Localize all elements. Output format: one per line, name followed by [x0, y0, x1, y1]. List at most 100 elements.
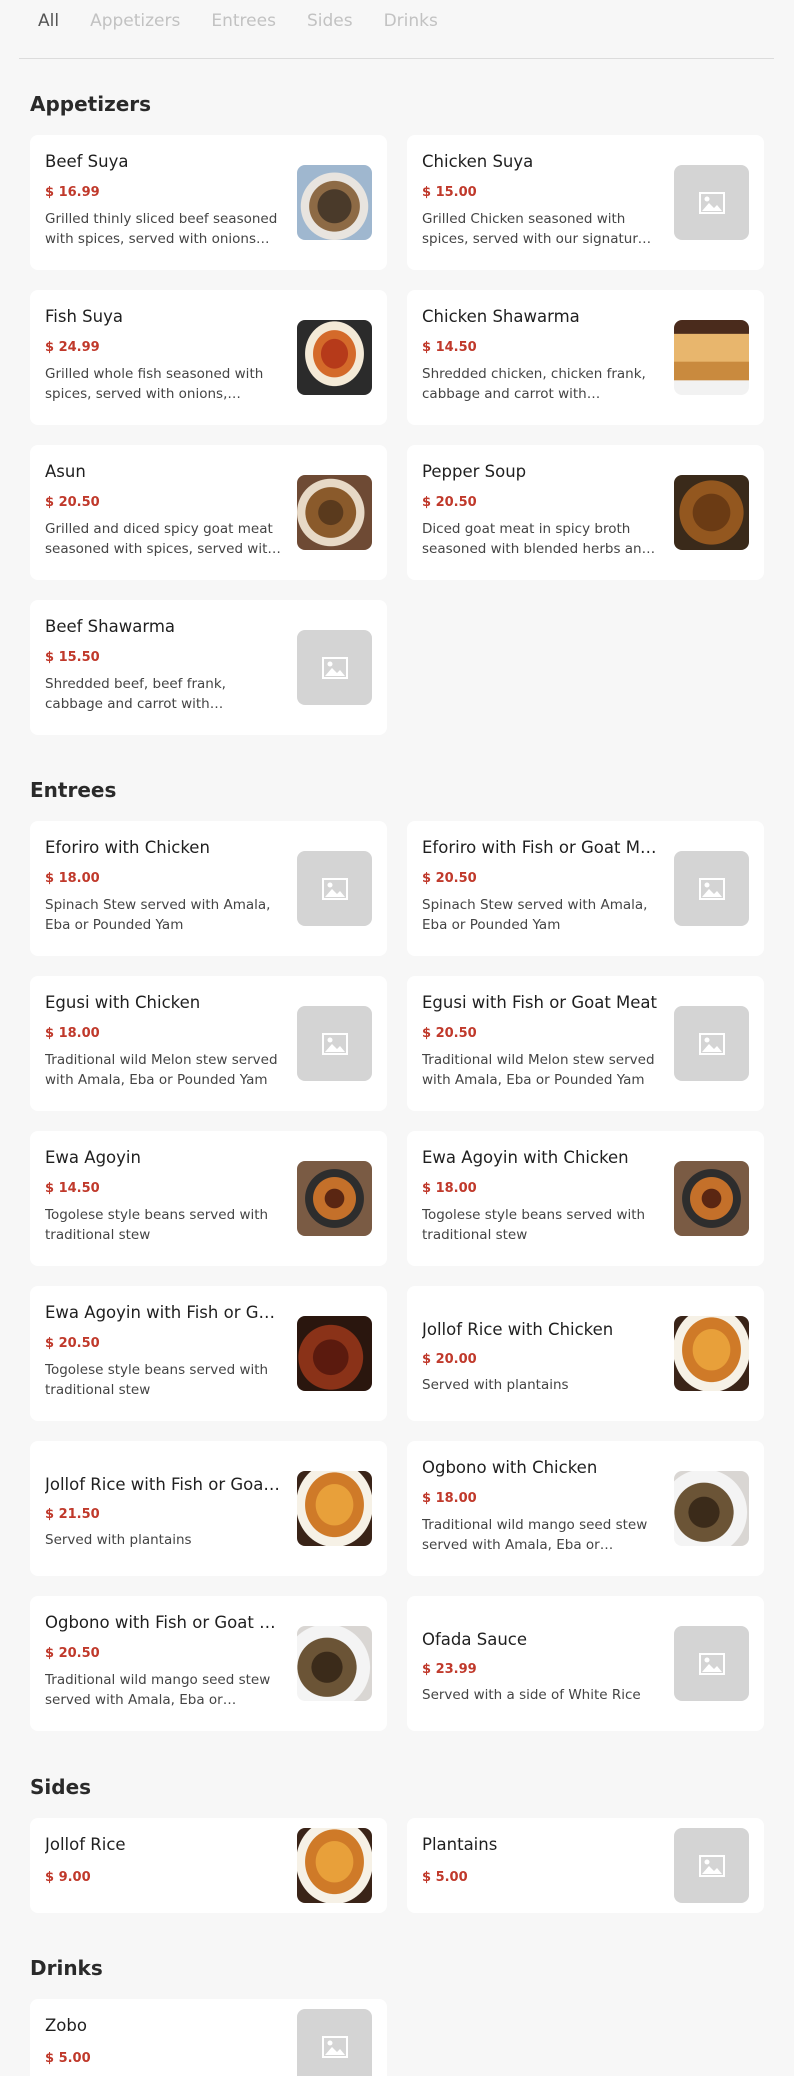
item-price: $ 5.00 [45, 2051, 91, 2066]
tab-entrees[interactable]: Entrees [211, 11, 276, 31]
item-description: Spinach Stew served with Amala, Eba or P… [422, 897, 648, 933]
item-description: Traditional wild Melon stew served with … [422, 1052, 655, 1088]
item-photo [297, 475, 372, 550]
item-description: Diced goat meat in spicy broth seasoned … [422, 521, 651, 557]
item-price: $ 20.50 [422, 1026, 477, 1041]
item-price: $ 20.50 [45, 1646, 100, 1661]
category-tabs: All Appetizers Entrees Sides Drinks [38, 0, 469, 42]
item-name: Plantains [422, 1835, 498, 1854]
menu-item-card[interactable]: Eforiro with Chicken $ 18.00 Spinach Stew … [30, 821, 387, 956]
menu-item-card[interactable]: Ewa Agoyin with Chicken $ 18.00 Togolese s… [407, 1131, 764, 1266]
item-price: $ 15.00 [422, 185, 477, 200]
menu-item-card[interactable]: Chicken Suya $ 15.00 Grilled Chicken seaso… [407, 135, 764, 270]
menu-item-card[interactable]: Beef Suya $ 16.99 Grilled thinly sliced be… [30, 135, 387, 270]
menu-item-card[interactable]: Ogbono with Fish or Goat Meat $ 20.50 Trad… [30, 1596, 387, 1731]
item-name: Jollof Rice with Fish or Goat Meat [45, 1475, 281, 1494]
item-name: Pepper Soup [422, 462, 527, 481]
item-description: Grilled Chicken seasoned with spices, se… [422, 211, 646, 247]
section-title-entrees: Entrees [30, 778, 117, 802]
menu-item-card[interactable]: Jollof Rice $ 9.00 [30, 1818, 387, 1913]
image-placeholder-icon [297, 2009, 372, 2076]
item-price: $ 14.50 [45, 1181, 100, 1196]
menu-item-card[interactable]: Chicken Shawarma $ 14.50 Shredded chicken,… [407, 290, 764, 425]
item-description: Traditional wild mango seed stew served … [422, 1517, 648, 1553]
item-name: Chicken Suya [422, 152, 534, 171]
item-name: Ogbono with Chicken [422, 1458, 598, 1477]
tab-sides[interactable]: Sides [307, 11, 353, 31]
image-placeholder-icon [297, 851, 372, 926]
tab-appetizers[interactable]: Appetizers [90, 11, 180, 31]
item-description: Grilled thinly sliced beef seasoned with… [45, 211, 278, 247]
item-name: Ewa Agoyin [45, 1148, 141, 1167]
menu-item-card[interactable]: Pepper Soup $ 20.50 Diced goat meat in spi… [407, 445, 764, 580]
item-photo [674, 475, 749, 550]
item-price: $ 9.00 [45, 1870, 91, 1885]
item-price: $ 20.50 [45, 1336, 100, 1351]
menu-item-card[interactable]: Asun $ 20.50 Grilled and diced spicy goat … [30, 445, 387, 580]
menu-item-card[interactable]: Plantains $ 5.00 [407, 1818, 764, 1913]
item-description: Togolese style beans served with traditi… [45, 1207, 269, 1243]
menu-item-card[interactable]: Zobo $ 5.00 [30, 1999, 387, 2076]
item-photo [297, 1626, 372, 1701]
item-description: Spinach Stew served with Amala, Eba or P… [45, 897, 271, 933]
item-description: Togolese style beans served with traditi… [422, 1207, 646, 1243]
item-price: $ 20.50 [45, 495, 100, 510]
menu-item-card[interactable]: Fish Suya $ 24.99 Grilled whole fish seaso… [30, 290, 387, 425]
item-photo [674, 1471, 749, 1546]
image-placeholder-icon [674, 1626, 749, 1701]
item-description: Grilled whole fish seasoned with spices,… [45, 366, 264, 402]
menu-item-card[interactable]: Ofada Sauce $ 23.99 Served with a side of … [407, 1596, 764, 1731]
item-description: Grilled and diced spicy goat meat season… [45, 521, 276, 557]
item-photo [297, 1161, 372, 1236]
item-name: Ogbono with Fish or Goat Meat [45, 1613, 281, 1632]
item-description: Traditional wild mango seed stew served … [45, 1672, 271, 1708]
item-name: Jollof Rice with Chicken [422, 1320, 614, 1339]
tab-all[interactable]: All [38, 11, 59, 31]
item-description: Served with plantains [45, 1532, 192, 1548]
menu-item-card[interactable]: Ogbono with Chicken $ 18.00 Traditional wi… [407, 1441, 764, 1576]
item-description: Served with a side of White Rice [422, 1687, 641, 1703]
item-description: Served with plantains [422, 1377, 569, 1393]
item-price: $ 20.00 [422, 1352, 477, 1367]
item-name: Chicken Shawarma [422, 307, 580, 326]
item-photo [674, 1161, 749, 1236]
image-placeholder-icon [297, 1006, 372, 1081]
item-photo [297, 320, 372, 395]
section-title-appetizers: Appetizers [30, 92, 152, 116]
image-placeholder-icon [674, 1006, 749, 1081]
item-name: Zobo [45, 2016, 87, 2035]
menu-item-card[interactable]: Ewa Agoyin with Fish or Goat Meat $ 20.50… [30, 1286, 387, 1421]
menu-item-card[interactable]: Egusi with Chicken $ 18.00 Traditional wil… [30, 976, 387, 1111]
item-name: Beef Suya [45, 152, 129, 171]
section-title-drinks: Drinks [30, 1956, 103, 1980]
item-price: $ 5.00 [422, 1870, 468, 1885]
item-description: Togolese style beans served with traditi… [45, 1362, 269, 1398]
item-name: Asun [45, 462, 86, 481]
image-placeholder-icon [297, 630, 372, 705]
menu-item-card[interactable]: Ewa Agoyin $ 14.50 Togolese style beans se… [30, 1131, 387, 1266]
menu-item-card[interactable]: Jollof Rice with Chicken $ 20.00 Served wi… [407, 1286, 764, 1421]
item-price: $ 20.50 [422, 871, 477, 886]
menu-item-card[interactable]: Jollof Rice with Fish or Goat Meat $ 21.5… [30, 1441, 387, 1576]
image-placeholder-icon [674, 851, 749, 926]
item-name: Jollof Rice [45, 1835, 126, 1854]
item-price: $ 18.00 [45, 1026, 100, 1041]
menu-item-card[interactable]: Beef Shawarma $ 15.50 Shredded beef, beef … [30, 600, 387, 735]
item-name: Egusi with Chicken [45, 993, 201, 1012]
item-name: Eforiro with Fish or Goat Meat [422, 838, 658, 857]
tabs-divider [19, 58, 774, 59]
menu-item-card[interactable]: Egusi with Fish or Goat Meat $ 20.50 Tradi… [407, 976, 764, 1111]
menu-item-card[interactable]: Eforiro with Fish or Goat Meat $ 20.50 Spi… [407, 821, 764, 956]
item-name: Ewa Agoyin with Chicken [422, 1148, 629, 1167]
item-photo [297, 1828, 372, 1903]
item-description: Shredded beef, beef frank, cabbage and c… [45, 676, 226, 712]
item-photo [297, 1316, 372, 1391]
item-price: $ 18.00 [422, 1491, 477, 1506]
item-photo [297, 165, 372, 240]
tab-drinks[interactable]: Drinks [384, 11, 438, 31]
item-price: $ 16.99 [45, 185, 100, 200]
image-placeholder-icon [674, 165, 749, 240]
image-placeholder-icon [674, 1828, 749, 1903]
item-photo [674, 1316, 749, 1391]
section-title-sides: Sides [30, 1775, 92, 1799]
